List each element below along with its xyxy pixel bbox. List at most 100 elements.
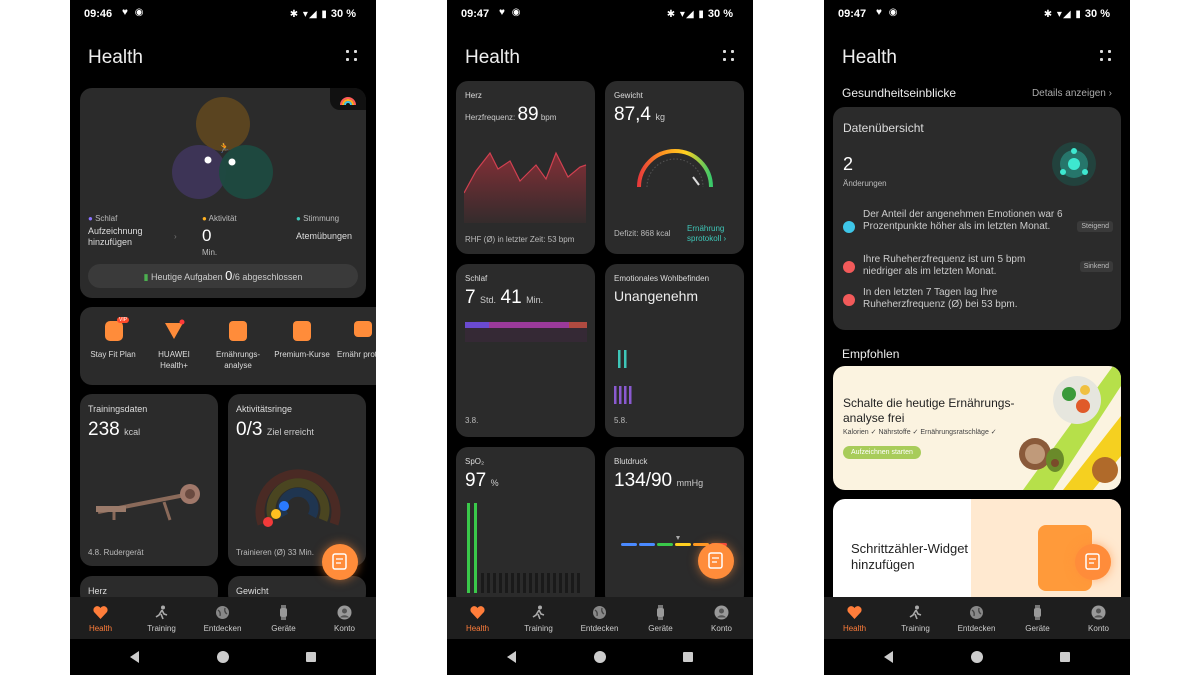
tab-health[interactable]: Health <box>447 597 508 639</box>
tab-training[interactable]: Training <box>508 597 569 639</box>
heart-icon <box>843 294 855 306</box>
insight-item-resting-hr[interactable]: Ihre Ruheherzfrequenz ist um 5 bpm niedr… <box>843 254 1113 280</box>
shortcut-stay-fit-plan[interactable]: VIP Stay Fit Plan <box>85 307 141 385</box>
sleep-label: Schlaf <box>95 214 118 223</box>
changes-label: Änderungen <box>843 179 887 188</box>
globe-icon <box>970 606 983 619</box>
page-title: Health <box>88 47 143 68</box>
insight-item-emotions[interactable]: Der Anteil der angenehmen Emotionen war … <box>843 209 1113 245</box>
spo2-chart <box>467 503 580 593</box>
tab-devices[interactable]: Geräte <box>1007 597 1068 639</box>
data-overview-card[interactable]: Datenübersicht 2 Änderungen Der Anteil d… <box>833 107 1121 330</box>
tab-account[interactable]: Konto <box>1068 597 1129 639</box>
tasks-prefix: Heutige Aufgaben <box>151 272 226 282</box>
blood-pressure-unit: mmHg <box>676 478 704 488</box>
tab-devices[interactable]: Geräte <box>630 597 691 639</box>
task-icon: ▮ <box>143 272 149 282</box>
system-navigation-bar <box>70 639 376 675</box>
watch-icon <box>280 605 287 620</box>
details-link[interactable]: Details anzeigen › <box>1032 88 1112 99</box>
nav-home-icon[interactable] <box>593 650 607 664</box>
nav-home-icon[interactable] <box>970 650 984 664</box>
emotional-wellbeing-card[interactable]: Emotionales Wohlbefinden Unangenehm 5.8. <box>605 264 744 437</box>
activity-rings-footer: Trainieren (Ø) 33 Min. <box>236 548 314 557</box>
insight-item-avg-hr[interactable]: In den letzten 7 Tagen lag Ihre Ruheherz… <box>843 287 1113 313</box>
nav-recents-icon[interactable] <box>304 650 318 664</box>
trend-badge: Steigend <box>1077 221 1113 232</box>
blood-pressure-title: Blutdruck <box>614 457 648 466</box>
emotion-value: Unangenehm <box>614 288 699 304</box>
user-avatar-icon <box>337 605 352 620</box>
signal-icons: ✱ ▾◢ ▮ <box>1043 9 1082 20</box>
tab-discover[interactable]: Entdecken <box>192 597 253 639</box>
nutrition-log-link[interactable]: Ernährung sprotokoll › <box>687 224 726 244</box>
training-data-card[interactable]: Trainingsdaten 238 kcal 4.8. Rudergerät <box>80 394 218 566</box>
nutrition-promo-card[interactable]: Schalte die heutige Ernährungs-analyse f… <box>833 366 1121 490</box>
tab-health[interactable]: Health <box>824 597 885 639</box>
activity-rings-subtitle: Ziel erreicht <box>266 427 314 437</box>
record-fab-button[interactable] <box>698 543 734 579</box>
more-menu-icon[interactable] <box>723 50 735 62</box>
shortcut-nutrition-log[interactable]: Ernähr protc <box>336 307 376 385</box>
overview-title: Datenübersicht <box>843 121 924 135</box>
notification-icons: ♥ ◉ <box>122 7 146 18</box>
blood-pressure-card[interactable]: Blutdruck 134/90 mmHg <box>605 447 744 607</box>
spo2-card[interactable]: SpO₂ 97 % <box>456 447 595 607</box>
sleep-card[interactable]: Schlaf 7 Std. 41 Min. 3.8. <box>456 264 595 437</box>
shortcut-premium-courses[interactable]: Premium-Kurse <box>274 307 330 385</box>
breathing-exercise-link[interactable]: Atemübungen <box>296 231 352 241</box>
training-kcal: 238 <box>88 419 120 440</box>
widget-title: Schrittzähler-Widget hinzufügen <box>851 541 969 572</box>
status-time: 09:47 <box>838 8 867 20</box>
watch-icon <box>1034 605 1041 620</box>
status-time: 09:47 <box>461 8 490 20</box>
spo2-title: SpO₂ <box>465 457 485 466</box>
heart-card[interactable]: Herz Herzfrequenz: 89 bpm RHF (Ø) in let… <box>456 81 595 254</box>
activity-rings-title: Aktivitätsringe <box>236 404 293 414</box>
sleep-minutes: 41 <box>500 287 522 308</box>
tab-health[interactable]: Health <box>70 597 131 639</box>
health-plus-icon <box>165 319 185 339</box>
sleep-title: Schlaf <box>465 274 488 283</box>
nav-back-icon[interactable] <box>505 650 519 664</box>
nav-back-icon[interactable] <box>128 650 142 664</box>
tab-account[interactable]: Konto <box>314 597 375 639</box>
more-menu-icon[interactable] <box>346 50 358 62</box>
tab-devices[interactable]: Geräte <box>253 597 314 639</box>
battery-level: 30 % <box>1084 8 1110 20</box>
status-bar: 09:47 ♥ ◉ ✱ ▾◢ ▮ 30 % <box>824 0 1130 28</box>
nav-recents-icon[interactable] <box>1058 650 1072 664</box>
more-menu-icon[interactable] <box>1100 50 1112 62</box>
health-rings-card[interactable]: 🏃 ● Schlaf Aufzeichnung hinzufügen › ● A… <box>80 88 366 298</box>
nav-recents-icon[interactable] <box>681 650 695 664</box>
activity-rings-card[interactable]: Aktivitätsringe 0/3 Ziel erreicht Traini… <box>228 394 366 566</box>
start-recording-button[interactable]: Aufzeichnen starten <box>843 446 921 459</box>
rainbow-badge[interactable] <box>330 88 366 110</box>
trend-badge: Sinkend <box>1079 261 1113 272</box>
tab-training[interactable]: Training <box>885 597 946 639</box>
sleep-add-record[interactable]: Aufzeichnung hinzufügen <box>88 226 168 248</box>
record-fab-button[interactable] <box>1075 544 1111 580</box>
weight-card[interactable]: Gewicht 87,4 kg Defizit: 868 kcal Ernähr… <box>605 81 744 254</box>
status-time: 09:46 <box>84 8 113 20</box>
daily-tasks-bar[interactable]: ▮ Heutige Aufgaben 0/6 abgeschlossen <box>88 264 358 288</box>
tab-account[interactable]: Konto <box>691 597 752 639</box>
tab-discover[interactable]: Entdecken <box>569 597 630 639</box>
training-title: Trainingsdaten <box>88 404 148 414</box>
heart-rate-unit: bpm <box>540 113 557 122</box>
shortcut-nutrition-analysis[interactable]: Ernährungs-analyse <box>207 307 269 385</box>
nav-home-icon[interactable] <box>216 650 230 664</box>
emotion-title: Emotionales Wohlbefinden <box>614 274 710 283</box>
nav-back-icon[interactable] <box>882 650 896 664</box>
system-navigation-bar <box>824 639 1130 675</box>
record-fab-button[interactable] <box>322 544 358 580</box>
tab-training[interactable]: Training <box>131 597 192 639</box>
shortcut-huawei-health-plus[interactable]: HUAWEI Health+ <box>145 307 203 385</box>
note-edit-icon <box>332 553 347 570</box>
vip-badge: VIP <box>117 317 130 323</box>
sleep-hours: 7 <box>465 287 476 308</box>
tab-discover[interactable]: Entdecken <box>946 597 1007 639</box>
note-edit-icon <box>708 552 723 569</box>
bottom-tab-bar: Health Training Entdecken Geräte Konto <box>70 597 376 639</box>
running-icon <box>155 605 168 620</box>
